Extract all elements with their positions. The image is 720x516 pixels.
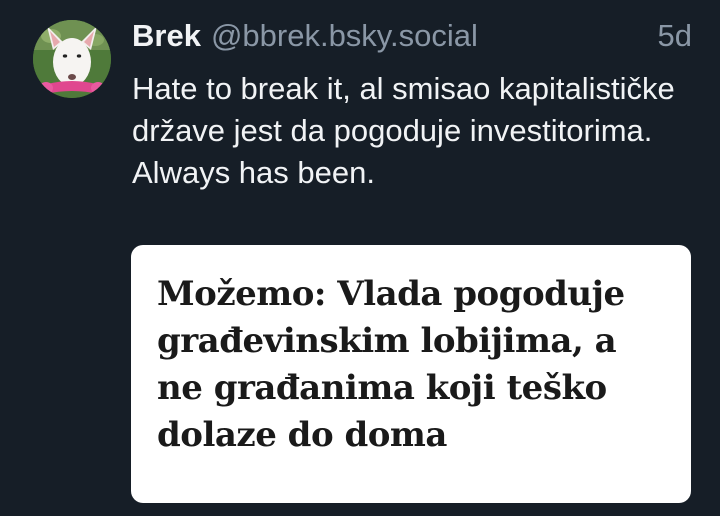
author-handle[interactable]: @bbrek.bsky.social [211, 18, 478, 54]
link-embed-card[interactable]: Možemo: Vlada pogoduje građevinskim lobi… [131, 245, 691, 503]
author-avatar[interactable] [33, 20, 111, 98]
embed-headline: Možemo: Vlada pogoduje građevinskim lobi… [157, 274, 625, 455]
post-timestamp[interactable]: 5d [658, 18, 692, 54]
post-header: Brek @bbrek.bsky.social 5d [132, 18, 692, 62]
bull-terrier-icon [33, 20, 111, 98]
post[interactable]: Brek @bbrek.bsky.social 5d Hate to break… [0, 0, 720, 516]
post-text: Hate to break it, al smisao kapitalistič… [132, 71, 675, 190]
author-display-name[interactable]: Brek [132, 18, 201, 54]
